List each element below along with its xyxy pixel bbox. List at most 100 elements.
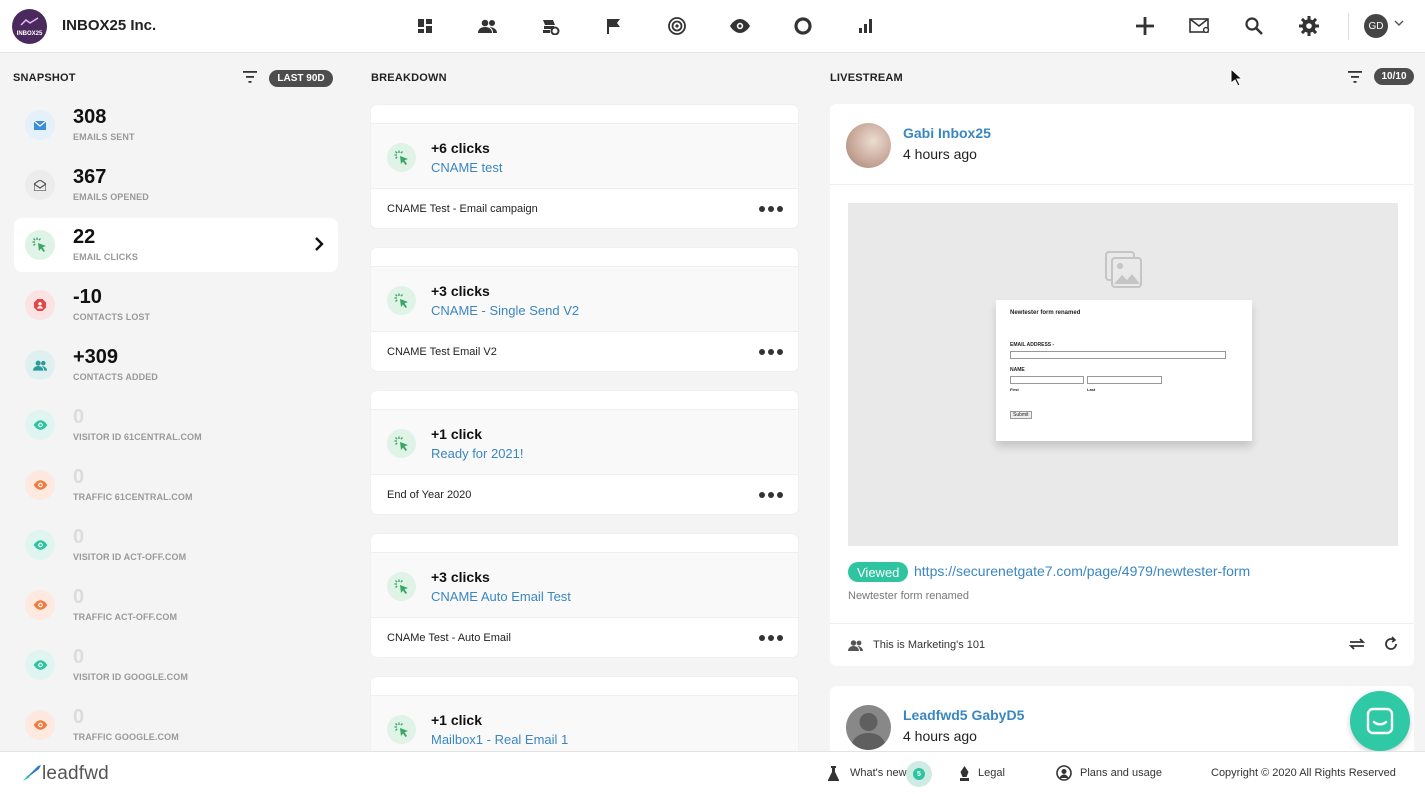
chevron-down-icon[interactable]	[1394, 19, 1404, 27]
brand-name[interactable]: leadfwd	[42, 763, 109, 785]
breakdown-card[interactable]: +1 click Ready for 2021! End of Year 202…	[371, 391, 798, 514]
breakdown-card-header: +6 clicks CNAME test	[371, 123, 798, 189]
company-logo[interactable]: INBOX25	[12, 9, 47, 44]
more-options-icon[interactable]	[759, 349, 783, 355]
sync-arrows-icon[interactable]	[1347, 637, 1367, 651]
circle-nav-icon[interactable]	[791, 14, 815, 38]
snapshot-label: CONTACTS ADDED	[73, 372, 158, 382]
livestream-card[interactable]: Gabi Inbox25 4 hours ago Newtester form …	[830, 104, 1414, 666]
more-options-icon[interactable]	[759, 206, 783, 212]
page-name: Newtester form renamed	[848, 590, 970, 602]
whats-new-count: 5	[913, 768, 925, 780]
activity-user-name[interactable]: Gabi Inbox25	[903, 125, 991, 141]
contact-lost-icon	[25, 290, 55, 320]
flag-icon[interactable]	[602, 14, 626, 38]
activity-time: 4 hours ago	[903, 728, 977, 744]
form-preview: Newtester form renamed EMAIL ADDRESS - N…	[996, 300, 1252, 441]
snapshot-item-contacts-added[interactable]: +309 CONTACTS ADDED	[14, 338, 338, 392]
mail-search-icon[interactable]	[1188, 14, 1212, 38]
envelope-open-icon	[25, 170, 55, 200]
settings-gear-icon[interactable]	[1297, 14, 1321, 38]
logo-text: INBOX25	[16, 31, 43, 37]
eye-nav-icon[interactable]	[728, 14, 752, 38]
page-preview[interactable]: Newtester form renamed EMAIL ADDRESS - N…	[848, 203, 1398, 546]
target-icon[interactable]	[665, 14, 689, 38]
snapshot-value: 0	[73, 406, 85, 428]
contacts-nav-icon[interactable]	[476, 14, 500, 38]
breakdown-card[interactable]: +6 clicks CNAME test CNAME Test - Email …	[371, 105, 798, 228]
search-icon[interactable]	[1242, 14, 1266, 38]
email-name-link[interactable]: CNAME - Single Send V2	[431, 303, 579, 318]
snapshot-item-emails-sent[interactable]: 308 EMAILS SENT	[14, 98, 338, 152]
breakdown-card-header: +1 click Ready for 2021!	[371, 409, 798, 475]
campaign-name: CNAME Test - Email campaign	[387, 203, 538, 215]
more-options-icon[interactable]	[759, 635, 783, 641]
campaign-name: End of Year 2020	[387, 489, 472, 501]
contact-list-name[interactable]: This is Marketing's 101	[873, 639, 985, 651]
breakdown-card-header: +3 clicks CNAME - Single Send V2	[371, 266, 798, 332]
eye-icon	[25, 590, 55, 620]
click-icon	[387, 715, 416, 744]
snapshot-item-visitor-id-act-off-com[interactable]: 0 VISITOR ID ACT-OFF.COM	[14, 518, 338, 572]
livestream-filter-icon[interactable]	[1348, 71, 1362, 83]
snapshot-item-email-clicks[interactable]: 22 EMAIL CLICKS	[14, 218, 338, 272]
date-range-badge[interactable]: LAST 90D	[269, 70, 333, 87]
form-submit-button: Submit	[1010, 411, 1032, 419]
snapshot-item-traffic-act-off-com[interactable]: 0 TRAFFIC ACT-OFF.COM	[14, 578, 338, 632]
whats-new-badge[interactable]: 5	[906, 761, 932, 787]
snapshot-item-contacts-lost[interactable]: -10 CONTACTS LOST	[14, 278, 338, 332]
activity-user-name[interactable]: Leadfwd5 GabyD5	[903, 707, 1024, 723]
more-options-icon[interactable]	[759, 492, 783, 498]
snapshot-item-visitor-id-61central-com[interactable]: 0 VISITOR ID 61CENTRAL.COM	[14, 398, 338, 452]
snapshot-item-emails-opened[interactable]: 367 EMAILS OPENED	[14, 158, 338, 212]
person-icon	[851, 713, 886, 750]
click-count: +6 clicks	[431, 140, 490, 156]
user-avatar-default[interactable]	[846, 705, 891, 750]
envelope-icon	[25, 110, 55, 140]
dashboard-icon[interactable]	[413, 14, 437, 38]
snapshot-label: EMAILS OPENED	[73, 192, 149, 202]
company-name[interactable]: INBOX25 Inc.	[62, 17, 156, 34]
email-name-link[interactable]: CNAME test	[431, 160, 503, 175]
snapshot-value: +309	[73, 346, 119, 368]
snapshot-value: 0	[73, 466, 85, 488]
add-icon[interactable]	[1133, 14, 1157, 38]
snapshot-value: 0	[73, 706, 85, 728]
page-url-link[interactable]: https://securenetgate7.com/page/4979/new…	[914, 563, 1250, 579]
email-name-link[interactable]: Mailbox1 - Real Email 1	[431, 732, 568, 747]
pen-icon	[960, 766, 969, 781]
snapshot-item-traffic-61central-com[interactable]: 0 TRAFFIC 61CENTRAL.COM	[14, 458, 338, 512]
breakdown-card[interactable]: +3 clicks CNAME Auto Email Test CNAMe Te…	[371, 534, 798, 657]
form-email-field	[1010, 351, 1226, 359]
user-avatar[interactable]: GD	[1364, 14, 1388, 38]
email-name-link[interactable]: Ready for 2021!	[431, 446, 524, 461]
reports-icon[interactable]	[854, 14, 878, 38]
form-first-label: First	[1010, 387, 1019, 392]
snapshot-label: VISITOR ID ACT-OFF.COM	[73, 552, 187, 562]
chat-launcher-button[interactable]	[1350, 691, 1410, 751]
snapshot-item-visitor-id-google-com[interactable]: 0 VISITOR ID GOOGLE.COM	[14, 638, 338, 692]
email-name-link[interactable]: CNAME Auto Email Test	[431, 589, 571, 604]
click-count: +3 clicks	[431, 569, 490, 585]
activity-footer: This is Marketing's 101	[830, 623, 1414, 666]
whats-new-link[interactable]: What's new	[850, 767, 907, 779]
snapshot-item-traffic-google-com[interactable]: 0 TRAFFIC GOOGLE.COM	[14, 698, 338, 752]
snapshot-label: TRAFFIC GOOGLE.COM	[73, 732, 179, 742]
livestream-count-badge[interactable]: 10/10	[1374, 68, 1414, 85]
campaign-name: CNAMe Test - Auto Email	[387, 632, 511, 644]
legal-link[interactable]: Legal	[978, 767, 1005, 779]
plans-usage-link[interactable]: Plans and usage	[1080, 767, 1162, 779]
click-icon	[387, 143, 416, 172]
chevron-right-icon[interactable]	[314, 236, 324, 252]
campaign-nav-icon[interactable]	[539, 14, 563, 38]
breakdown-card[interactable]: +3 clicks CNAME - Single Send V2 CNAME T…	[371, 248, 798, 371]
refresh-icon[interactable]	[1384, 636, 1398, 651]
leadfwd-logo-icon	[23, 765, 41, 781]
click-icon	[387, 429, 416, 458]
snapshot-label: CONTACTS LOST	[73, 312, 151, 322]
snapshot-filter-icon[interactable]	[243, 71, 257, 83]
user-avatar-photo[interactable]	[846, 123, 891, 168]
eye-icon	[25, 530, 55, 560]
snapshot-label: EMAILS SENT	[73, 132, 135, 142]
snapshot-value: -10	[73, 286, 102, 308]
